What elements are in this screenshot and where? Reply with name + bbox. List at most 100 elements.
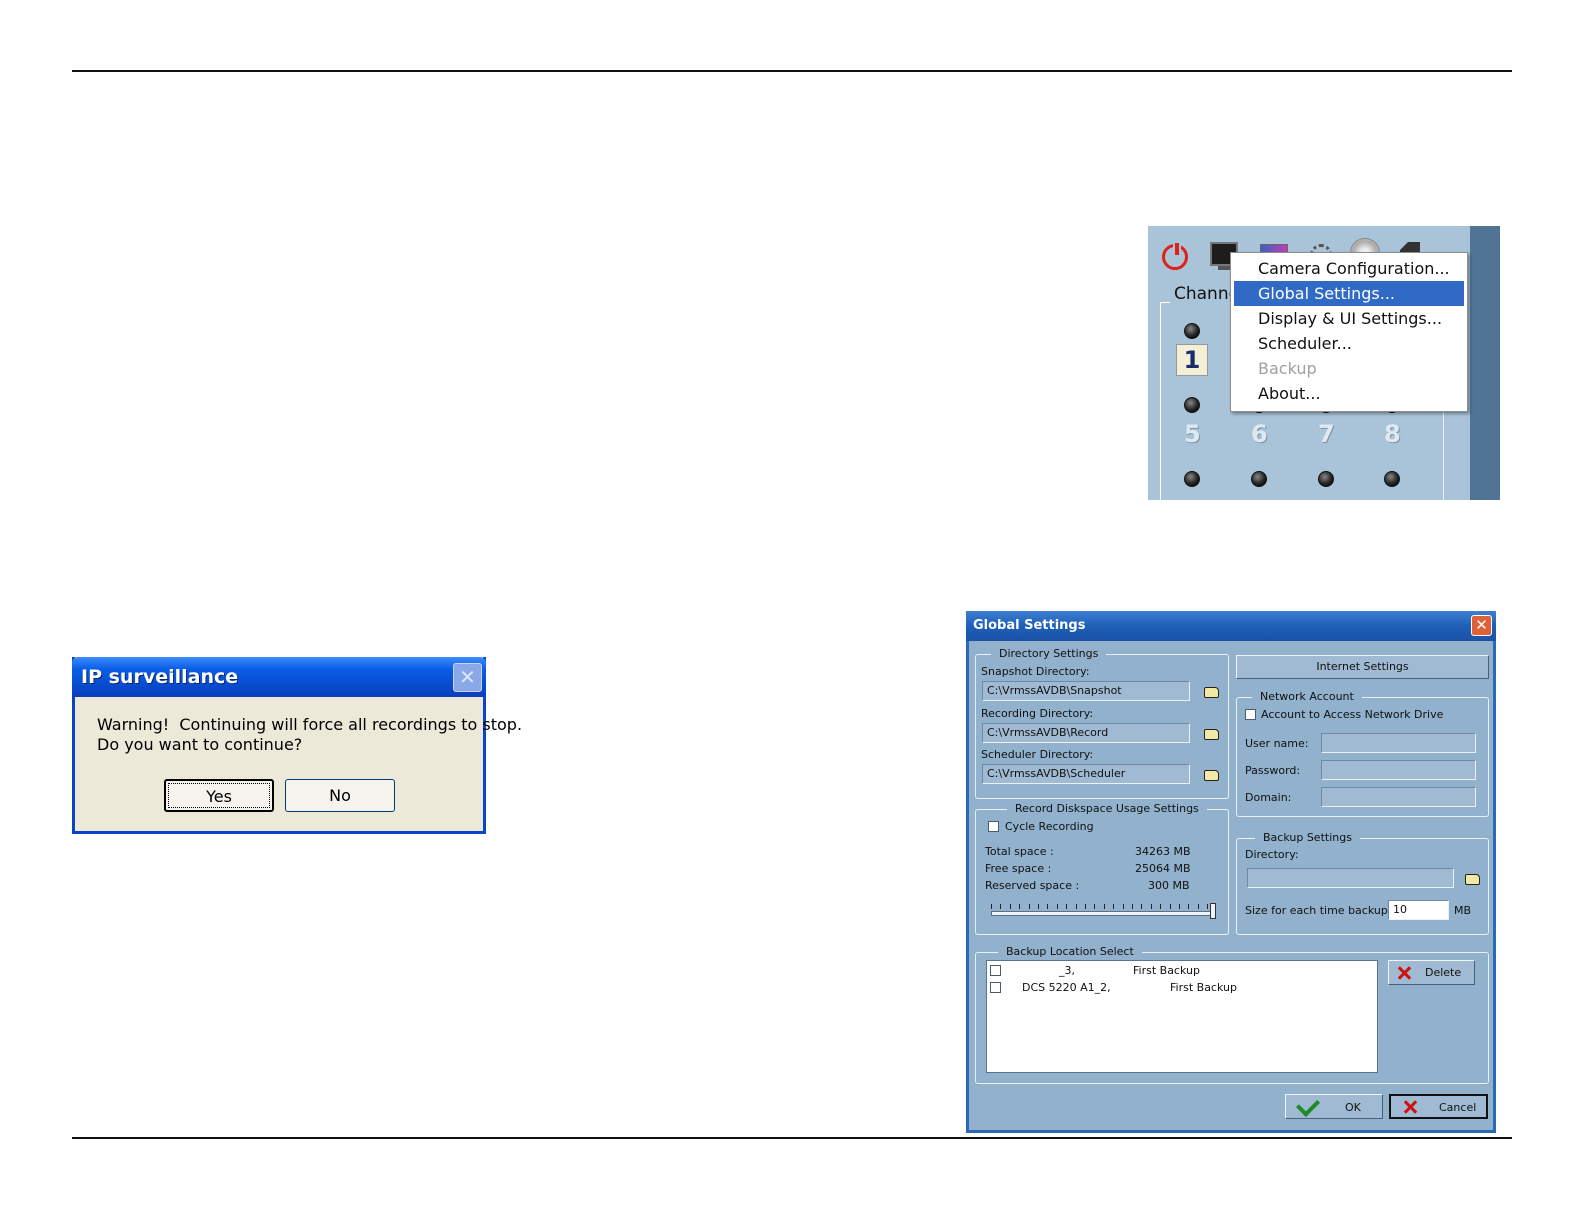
list-item[interactable]: DCS 5220 A1_2, First Backup bbox=[989, 980, 1375, 996]
slider-tick bbox=[1094, 904, 1096, 909]
backup-size-field[interactable]: 10 bbox=[1388, 900, 1449, 920]
channel-led[interactable] bbox=[1318, 471, 1334, 487]
delete-icon bbox=[1397, 966, 1411, 980]
power-icon[interactable] bbox=[1162, 241, 1188, 270]
snapshot-directory-field[interactable]: C:\VrmssAVDB\Snapshot bbox=[982, 681, 1190, 701]
slider-tick bbox=[1207, 904, 1209, 909]
cycle-recording-label: Cycle Recording bbox=[1005, 820, 1094, 833]
recording-directory-label: Recording Directory: bbox=[981, 707, 1094, 720]
slider-tick bbox=[1113, 904, 1115, 909]
internet-settings-button[interactable]: Internet Settings bbox=[1236, 655, 1489, 679]
list-item[interactable]: _3, First Backup bbox=[989, 963, 1375, 979]
folder-icon[interactable] bbox=[1203, 685, 1219, 698]
recording-directory-field[interactable]: C:\VrmssAVDB\Record bbox=[982, 723, 1190, 743]
warning-message: Warning! Continuing will force all recor… bbox=[97, 715, 523, 754]
folder-icon[interactable] bbox=[1464, 872, 1480, 885]
delete-button[interactable]: Delete bbox=[1388, 960, 1475, 985]
slider-tick bbox=[1028, 904, 1030, 909]
channel-led[interactable] bbox=[1251, 471, 1267, 487]
slider-tick bbox=[1075, 904, 1077, 909]
folder-icon[interactable] bbox=[1203, 727, 1219, 740]
slider-tick bbox=[1169, 904, 1171, 909]
network-drive-checkbox[interactable] bbox=[1245, 709, 1256, 720]
diskspace-label: Record Diskspace Usage Settings bbox=[1007, 802, 1207, 815]
channel-led[interactable] bbox=[1184, 471, 1200, 487]
backup-row-checkbox[interactable] bbox=[990, 982, 1001, 993]
channel-7-button[interactable]: 7 bbox=[1318, 420, 1335, 448]
yes-button[interactable]: Yes bbox=[164, 779, 274, 812]
slider-tick bbox=[1160, 904, 1162, 909]
backup-size-label: Size for each time backup: bbox=[1245, 904, 1392, 917]
backup-row-type: First Backup bbox=[1133, 964, 1200, 977]
no-button[interactable]: No bbox=[285, 779, 395, 812]
dialog-titlebar[interactable]: Global Settings ✕ bbox=[966, 611, 1496, 641]
channel-1-button[interactable]: 1 bbox=[1176, 344, 1208, 376]
menu-item-global-settings[interactable]: Global Settings... bbox=[1234, 281, 1464, 306]
channel-8-button[interactable]: 8 bbox=[1384, 420, 1401, 448]
bottom-rule bbox=[72, 1137, 1512, 1139]
slider-tick bbox=[1188, 904, 1190, 909]
dialog-titlebar[interactable]: IP surveillance ✕ bbox=[72, 657, 486, 697]
domain-label: Domain: bbox=[1245, 791, 1292, 804]
directory-settings-label: Directory Settings bbox=[991, 647, 1107, 660]
network-drive-label: Account to Access Network Drive bbox=[1261, 708, 1444, 721]
close-icon[interactable]: ✕ bbox=[1471, 615, 1492, 636]
folder-icon[interactable] bbox=[1203, 768, 1219, 781]
cancel-icon bbox=[1403, 1100, 1417, 1114]
slider-tick bbox=[1141, 904, 1143, 909]
ok-button[interactable]: OK bbox=[1285, 1092, 1383, 1119]
scheduler-directory-field[interactable]: C:\VrmssAVDB\Scheduler bbox=[982, 764, 1190, 784]
reserved-space-value: 300 MB bbox=[1148, 879, 1190, 892]
slider-tick bbox=[1038, 904, 1039, 909]
slider-thumb[interactable] bbox=[1210, 903, 1216, 919]
menu-item-display-ui-settings[interactable]: Display & UI Settings... bbox=[1234, 306, 1464, 331]
backup-directory-field[interactable] bbox=[1247, 868, 1454, 888]
cancel-button[interactable]: Cancel bbox=[1389, 1094, 1488, 1119]
backup-location-list[interactable]: _3, First Backup DCS 5220 A1_2, First Ba… bbox=[986, 960, 1378, 1073]
channel-5-button[interactable]: 5 bbox=[1184, 420, 1201, 448]
menu-item-scheduler[interactable]: Scheduler... bbox=[1234, 331, 1464, 356]
username-field[interactable] bbox=[1321, 733, 1476, 753]
warning-dialog: IP surveillance ✕ Warning! Continuing wi… bbox=[72, 657, 522, 834]
slider-tick bbox=[1122, 904, 1124, 909]
slider-tick bbox=[1103, 904, 1105, 909]
delete-label: Delete bbox=[1425, 966, 1462, 979]
backup-size-unit: MB bbox=[1454, 904, 1472, 917]
scheduler-directory-label: Scheduler Directory: bbox=[981, 748, 1094, 761]
dialog-title: Global Settings bbox=[973, 618, 1086, 633]
reserved-space-slider[interactable] bbox=[991, 903, 1217, 919]
checkmark-icon bbox=[1295, 1092, 1321, 1118]
menu-item-backup: Backup bbox=[1258, 359, 1317, 378]
network-account-label: Network Account bbox=[1252, 690, 1362, 703]
channel-5-led[interactable] bbox=[1184, 397, 1200, 413]
backup-settings-label: Backup Settings bbox=[1255, 831, 1360, 844]
cycle-recording-checkbox[interactable] bbox=[988, 821, 999, 832]
password-label: Password: bbox=[1245, 764, 1301, 777]
backup-row-checkbox[interactable] bbox=[990, 965, 1001, 976]
global-settings-dialog: Global Settings ✕ Directory Settings Sna… bbox=[966, 611, 1496, 1133]
cancel-label: Cancel bbox=[1439, 1101, 1477, 1114]
username-label: User name: bbox=[1245, 737, 1309, 750]
channel-led[interactable] bbox=[1384, 471, 1400, 487]
slider-tick bbox=[1085, 904, 1086, 909]
domain-field[interactable] bbox=[1321, 787, 1476, 807]
backup-directory-label: Directory: bbox=[1245, 848, 1299, 861]
slider-tick bbox=[1179, 904, 1180, 909]
close-icon[interactable]: ✕ bbox=[453, 663, 482, 692]
top-rule bbox=[72, 70, 1512, 72]
total-space-label: Total space : bbox=[985, 845, 1054, 858]
slider-tick bbox=[1047, 904, 1049, 909]
channel-1-led[interactable] bbox=[1184, 323, 1200, 339]
slider-tick bbox=[1019, 904, 1021, 909]
slider-tick bbox=[1000, 904, 1002, 909]
slider-tick bbox=[1197, 904, 1199, 909]
slider-tick bbox=[1132, 904, 1133, 909]
channel-6-button[interactable]: 6 bbox=[1251, 420, 1268, 448]
menu-item-about[interactable]: About... bbox=[1234, 381, 1464, 406]
menu-item-camera-configuration[interactable]: Camera Configuration... bbox=[1234, 256, 1464, 281]
backup-row-type: First Backup bbox=[1170, 981, 1237, 994]
password-field[interactable] bbox=[1321, 760, 1476, 780]
slider-track bbox=[991, 911, 1215, 916]
panel-side-strip bbox=[1470, 226, 1500, 500]
slider-tick bbox=[991, 904, 992, 909]
